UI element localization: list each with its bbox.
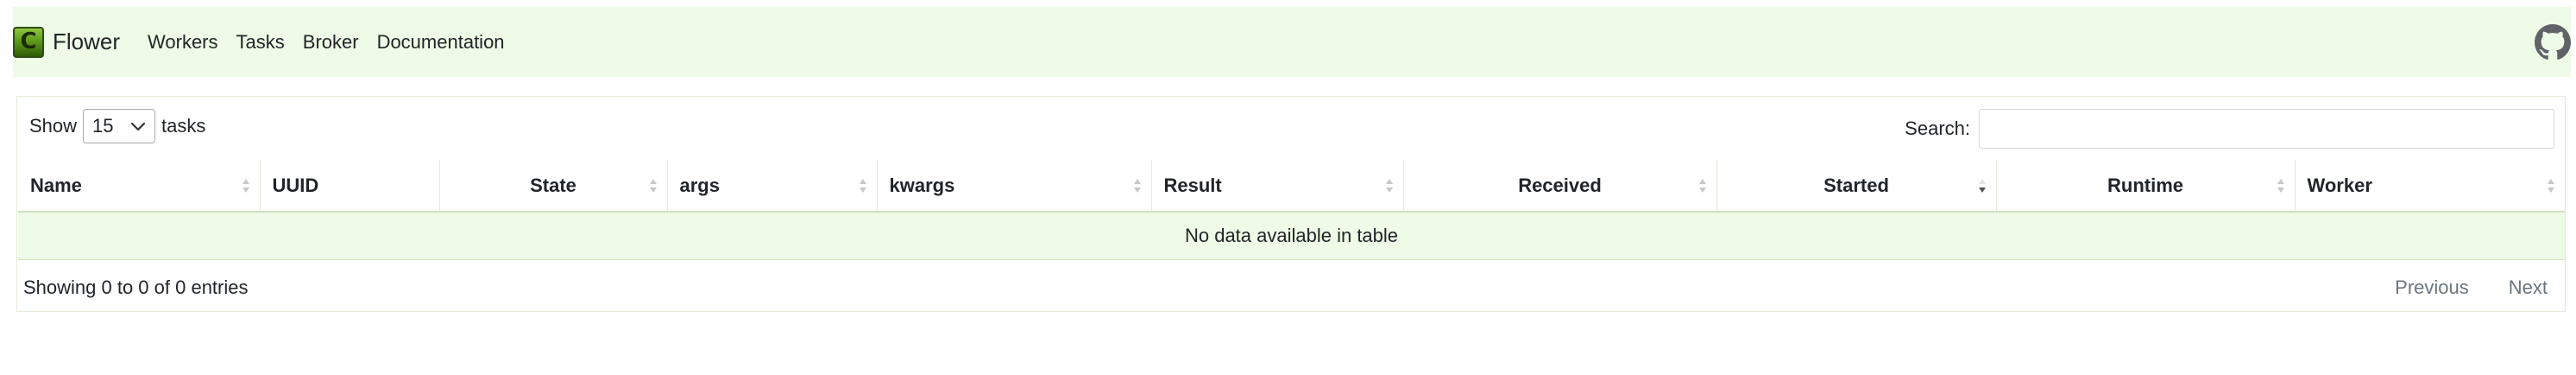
column-header-result[interactable]: Result	[1150, 160, 1403, 213]
sort-icon	[242, 179, 249, 193]
show-label: Show	[29, 115, 78, 137]
column-header-label: Received	[1518, 174, 1602, 196]
column-header-received[interactable]: Received	[1402, 160, 1716, 213]
sort-icon	[1385, 179, 1393, 193]
column-header-label: Name	[30, 174, 82, 196]
nav-links: Workers Tasks Broker Documentation	[148, 31, 523, 54]
column-header-label: State	[530, 174, 576, 196]
flower-logo-icon: C	[13, 26, 44, 58]
page-length-select[interactable]: 15	[83, 109, 156, 143]
table-info: Showing 0 to 0 of 0 entries	[23, 276, 249, 298]
previous-button[interactable]: Previous	[2395, 276, 2469, 299]
empty-message: No data available in table	[18, 212, 2565, 260]
nav-documentation[interactable]: Documentation	[377, 31, 505, 54]
search-control: Search:	[1905, 109, 2554, 149]
column-header-label: Started	[1823, 174, 1889, 196]
navbar: C Flower Workers Tasks Broker Documentat…	[13, 7, 2571, 77]
sort-icon	[1698, 179, 1706, 193]
column-header-state[interactable]: State	[438, 160, 667, 213]
sort-icon	[2548, 179, 2554, 193]
column-header-label: Runtime	[2107, 174, 2183, 196]
column-header-label: args	[679, 174, 720, 196]
column-header-label: Result	[1163, 174, 1222, 196]
column-header-runtime[interactable]: Runtime	[1995, 160, 2295, 213]
nav-tasks[interactable]: Tasks	[236, 31, 285, 54]
column-header-args[interactable]: args	[666, 160, 877, 213]
column-header-label: UUID	[272, 174, 319, 196]
sort-desc-icon	[1978, 179, 1986, 193]
table-header-row: Name UUID State args kwargs Result Recei…	[18, 160, 2565, 213]
column-header-started[interactable]: Started	[1716, 160, 1996, 213]
nav-broker[interactable]: Broker	[303, 31, 359, 54]
tasks-table: Name UUID State args kwargs Result Recei…	[18, 160, 2565, 260]
column-header-label: kwargs	[889, 174, 955, 196]
github-icon[interactable]	[2535, 24, 2571, 60]
search-label: Search:	[1905, 118, 1970, 139]
chevron-down-icon	[130, 122, 146, 131]
length-suffix: tasks	[161, 115, 206, 137]
next-button[interactable]: Next	[2509, 276, 2548, 299]
logo-letter: C	[20, 29, 37, 54]
sort-icon	[2277, 179, 2284, 193]
column-header-label: Worker	[2307, 174, 2372, 196]
brand-link[interactable]: C Flower	[13, 7, 120, 77]
column-header-uuid[interactable]: UUID	[259, 160, 439, 213]
empty-row: No data available in table	[18, 212, 2565, 260]
page-length-value: 15	[92, 115, 114, 137]
brand-name: Flower	[53, 29, 121, 54]
tasks-card: Show 15 tasks Search: Name UUID State ar…	[16, 96, 2566, 312]
nav-workers[interactable]: Workers	[148, 31, 218, 54]
sort-icon	[1133, 179, 1141, 193]
column-header-kwargs[interactable]: kwargs	[876, 160, 1151, 213]
search-input[interactable]	[1979, 109, 2554, 149]
pagination: Previous Next	[2395, 276, 2548, 299]
column-header-name[interactable]: Name	[18, 160, 260, 213]
column-header-worker[interactable]: Worker	[2294, 160, 2565, 213]
length-control: Show 15 tasks	[29, 109, 205, 143]
sort-icon	[649, 179, 657, 193]
sort-icon	[859, 179, 866, 193]
